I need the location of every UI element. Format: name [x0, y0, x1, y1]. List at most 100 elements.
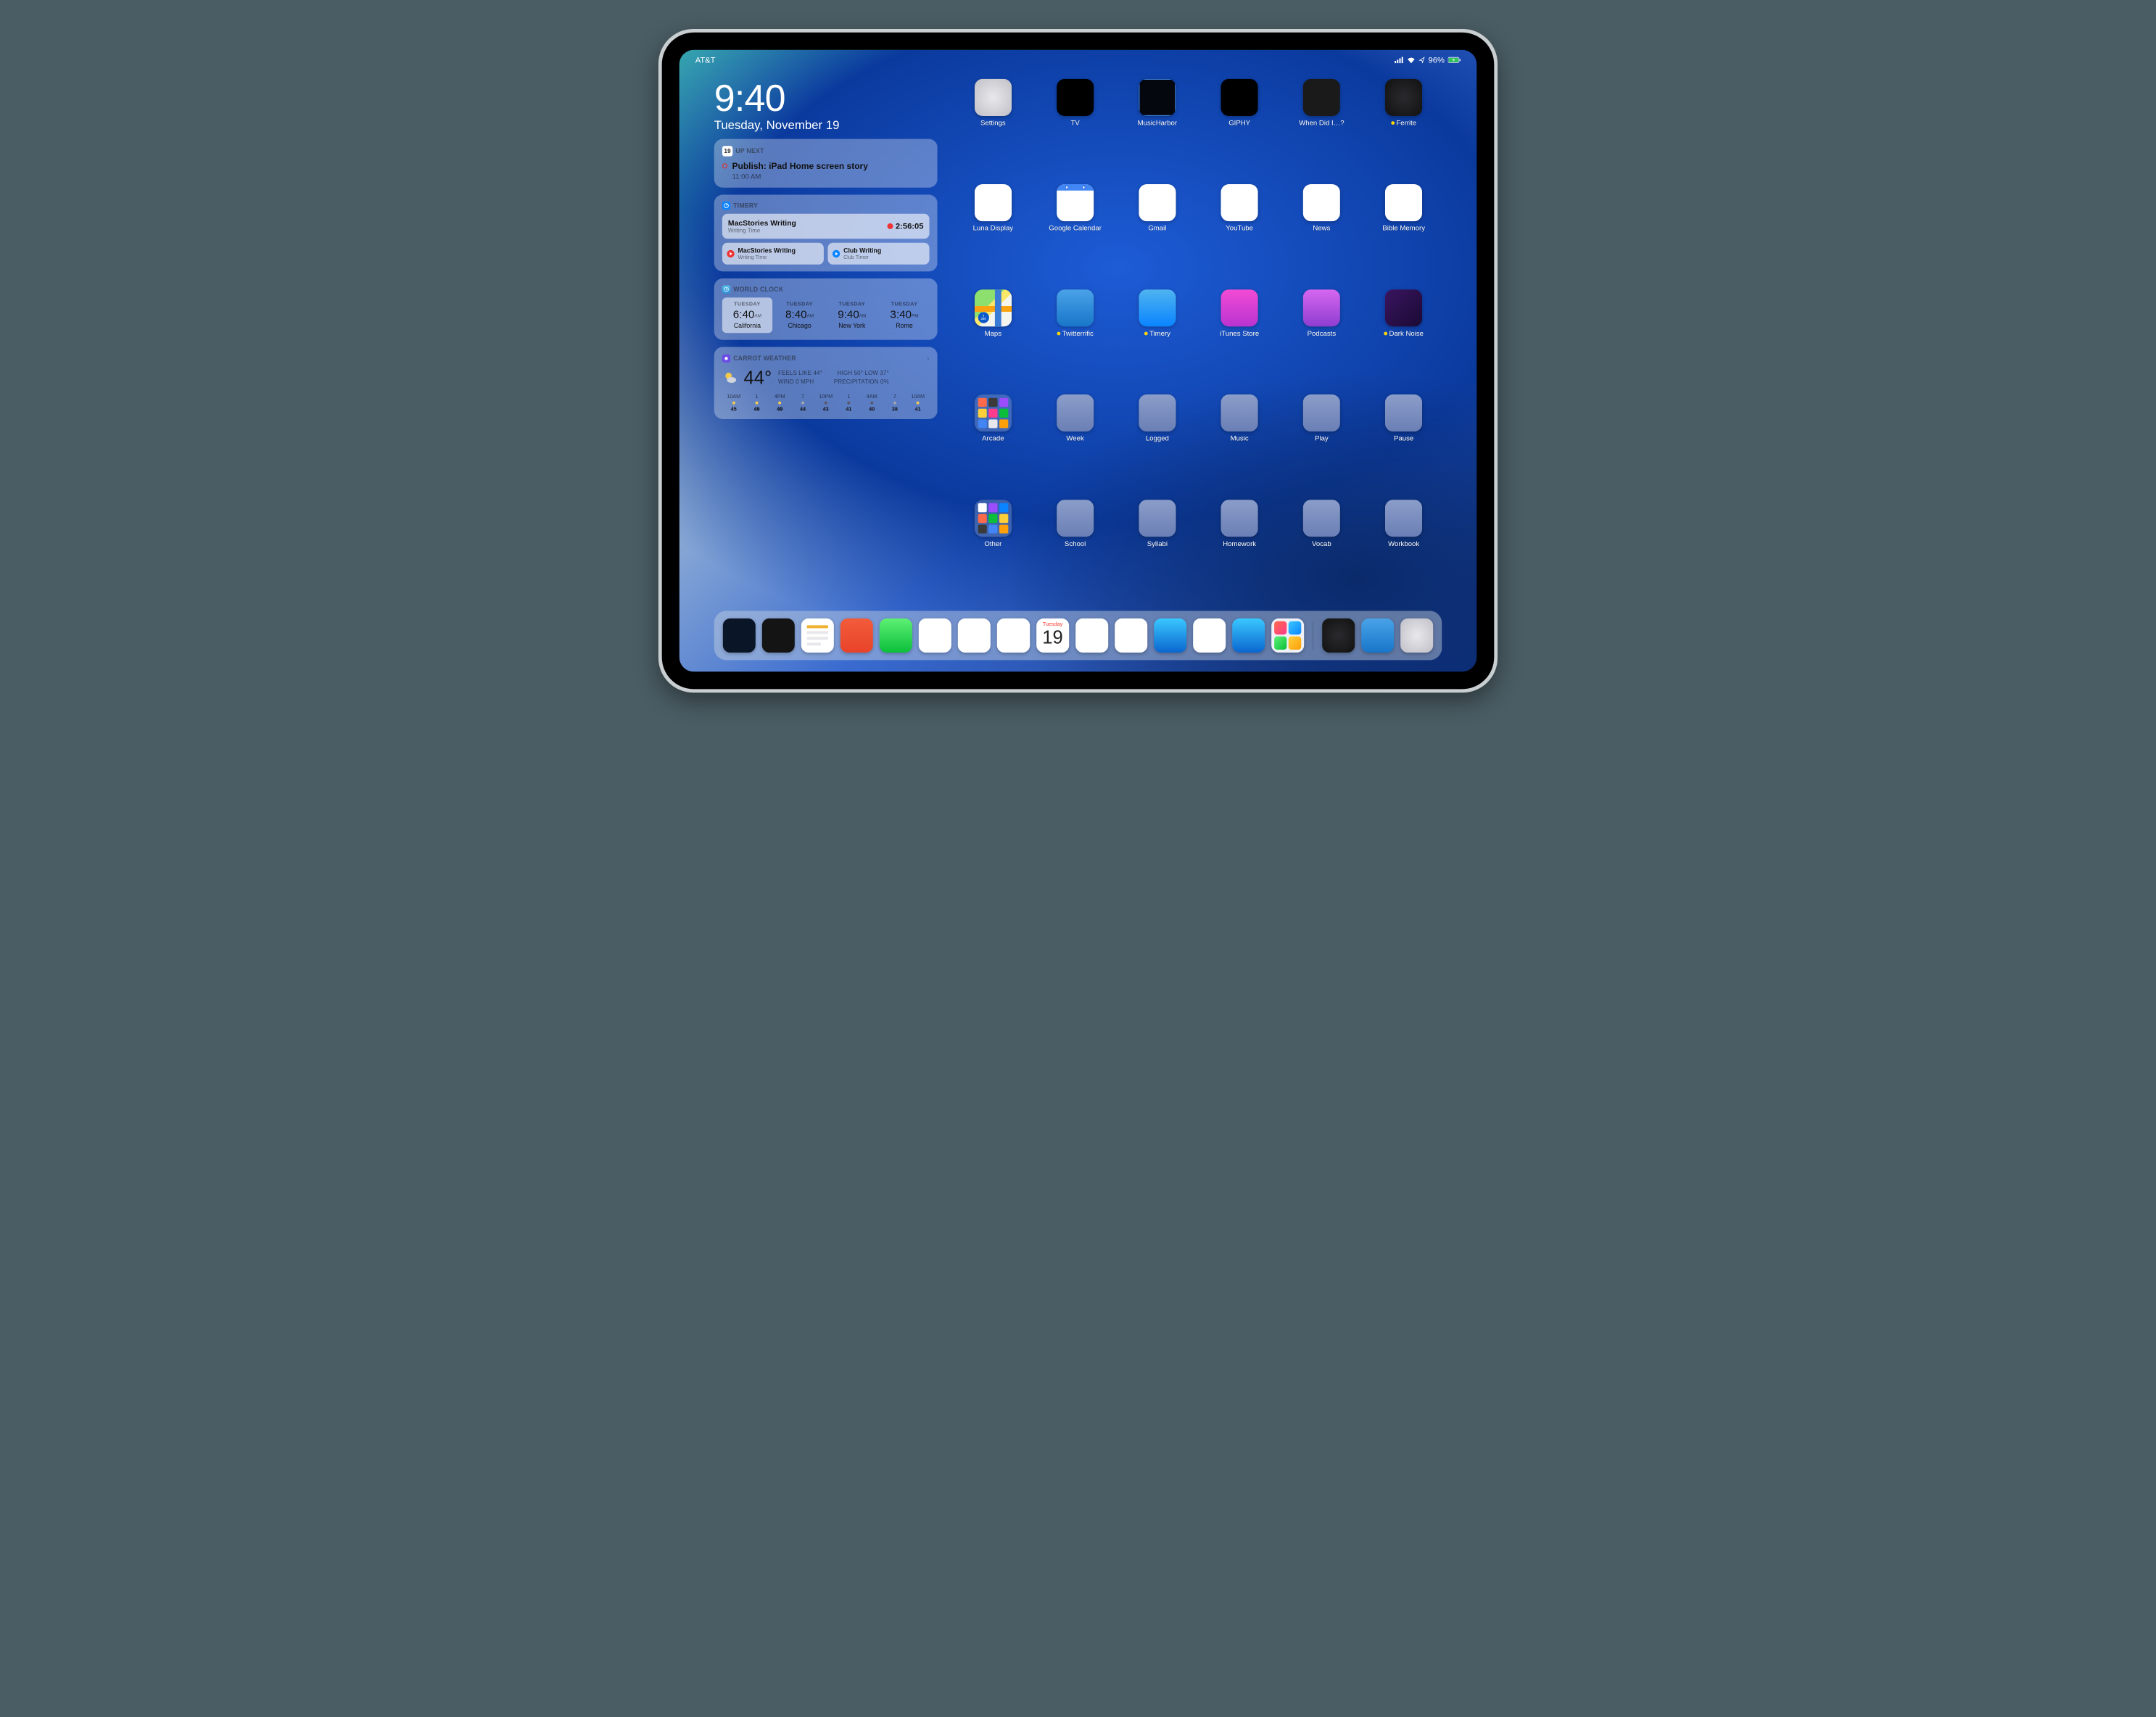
dock-bear-icon[interactable]	[762, 618, 795, 653]
sc-week-icon[interactable]	[1057, 394, 1094, 431]
dock-recent-twitterrific-d-icon[interactable]	[1361, 618, 1394, 653]
gmail-icon[interactable]	[1139, 184, 1176, 221]
app-sc-vocab[interactable]: Aa Vocab	[1284, 500, 1360, 596]
app-tv[interactable]: TV	[1037, 79, 1113, 175]
app-twitterrific[interactable]: Twitterrific	[1037, 289, 1113, 386]
sc-syllabi-icon[interactable]	[1139, 500, 1176, 537]
itunes-icon[interactable]	[1221, 289, 1258, 326]
upnext-header: UP NEXT	[735, 147, 764, 154]
upnext-widget[interactable]: 19 UP NEXT Publish: iPad Home screen sto…	[714, 139, 938, 188]
app-sc-music[interactable]: Music	[1201, 394, 1277, 491]
app-news[interactable]: News	[1284, 184, 1360, 281]
twitterrific-icon[interactable]	[1057, 289, 1094, 326]
timery-widget[interactable]: TIMERY MacStories Writing Writing Time 2…	[714, 194, 938, 271]
notification-dot	[1391, 121, 1395, 125]
app-musicharbor[interactable]: MusicHarbor	[1119, 79, 1195, 175]
worldclock-widget[interactable]: WORLD CLOCK TUESDAY 6:40AM California TU…	[714, 278, 938, 340]
app-settings[interactable]: Settings	[955, 79, 1031, 175]
youtube-icon[interactable]	[1221, 184, 1258, 221]
dock-files-orange-icon[interactable]	[997, 618, 1030, 653]
app-luna[interactable]: Luna Display	[955, 184, 1031, 281]
tv-icon[interactable]	[1057, 79, 1094, 116]
dock-messages-icon[interactable]	[880, 618, 912, 653]
dock-photos-icon[interactable]	[958, 618, 991, 653]
app-timery[interactable]: Timery	[1119, 289, 1195, 386]
timery-shortcut-1[interactable]: MacStories WritingWriting Time	[722, 243, 824, 265]
worldclock-city[interactable]: TUESDAY 3:40PM Rome	[880, 297, 930, 333]
app-maps[interactable]: ⬆280 Maps	[955, 289, 1031, 386]
dock-shortcuts-icon[interactable]	[1271, 618, 1304, 653]
sc-pause-icon[interactable]	[1385, 394, 1422, 431]
weather-hour: 149	[745, 394, 769, 413]
sc-homework-icon[interactable]	[1221, 500, 1258, 537]
giphy-icon[interactable]	[1221, 79, 1258, 116]
sc-play-icon[interactable]	[1303, 394, 1340, 431]
dock-recent-ferrite-d-icon[interactable]	[1322, 618, 1355, 653]
home-screen[interactable]: AT&T 96% 9:40 Tuesday, November 19 19 UP…	[680, 50, 1477, 672]
app-sc-week[interactable]: Week	[1037, 394, 1113, 491]
app-sc-syllabi[interactable]: Syllabi	[1119, 500, 1195, 596]
timery-shortcut-2[interactable]: Club WritingClub Timer	[828, 243, 930, 265]
app-sc-pause[interactable]: Pause	[1366, 394, 1442, 491]
dock-things-icon[interactable]	[840, 618, 873, 653]
dock-recent-settings-d-icon[interactable]	[1400, 618, 1433, 653]
app-podcasts[interactable]: Podcasts	[1284, 289, 1360, 386]
app-gmail[interactable]: Gmail	[1119, 184, 1195, 281]
bible-icon[interactable]	[1385, 184, 1422, 221]
app-itunes[interactable]: iTunes Store	[1201, 289, 1277, 386]
dock-twitter-icon[interactable]	[1193, 618, 1226, 653]
timery-elapsed: 2:56:05	[896, 222, 924, 231]
dock[interactable]: Tuesday19	[714, 611, 1442, 660]
maps-icon[interactable]: ⬆280	[975, 289, 1012, 326]
timery-icon[interactable]	[1139, 289, 1176, 326]
carrot-icon	[722, 355, 730, 363]
dock-safari-icon[interactable]	[1075, 618, 1108, 653]
dock-mail-icon[interactable]	[1154, 618, 1186, 653]
dock-files-icon[interactable]	[1115, 618, 1147, 653]
news-icon[interactable]	[1303, 184, 1340, 221]
sc-music-icon[interactable]	[1221, 394, 1258, 431]
luna-icon[interactable]	[975, 184, 1012, 221]
carrot-weather-widget[interactable]: CARROT WEATHER › 44° FEELS LIKE 44°WIND …	[714, 347, 938, 419]
dock-drafts-icon[interactable]	[801, 618, 834, 653]
weather-hour: 738	[883, 394, 906, 413]
app-folder-other[interactable]: Other	[955, 500, 1031, 596]
app-sc-workbook[interactable]: Workbook	[1366, 500, 1442, 596]
app-sc-homework[interactable]: Homework	[1201, 500, 1277, 596]
app-bible[interactable]: Bible Memory	[1366, 184, 1442, 281]
app-sc-logged[interactable]: Logged	[1119, 394, 1195, 491]
timery-running[interactable]: MacStories Writing Writing Time 2:56:05	[722, 214, 930, 239]
gcal-icon[interactable]: 31	[1057, 184, 1094, 221]
event-marker-icon	[722, 163, 727, 168]
ferrite-icon[interactable]	[1385, 79, 1422, 116]
app-whendid[interactable]: When Did I…?	[1284, 79, 1360, 175]
sc-logged-icon[interactable]	[1139, 394, 1176, 431]
app-gcal[interactable]: 31 Google Calendar	[1037, 184, 1113, 281]
dock-calendar-icon[interactable]: Tuesday19	[1036, 618, 1069, 653]
app-ferrite[interactable]: Ferrite	[1366, 79, 1442, 175]
app-giphy[interactable]: GIPHY	[1201, 79, 1277, 175]
dock-slack-icon[interactable]	[919, 618, 951, 653]
worldclock-city[interactable]: TUESDAY 9:40AM New York	[827, 297, 877, 333]
whendid-icon[interactable]	[1303, 79, 1340, 116]
upnext-event[interactable]: Publish: iPad Home screen story 11:00 AM	[722, 162, 930, 181]
settings-icon[interactable]	[975, 79, 1012, 116]
app-darknoise[interactable]: Dark Noise	[1366, 289, 1442, 386]
sc-vocab-icon[interactable]: Aa	[1303, 500, 1340, 537]
app-sc-play[interactable]: Play	[1284, 394, 1360, 491]
app-folder-arcade[interactable]: Arcade	[955, 394, 1031, 491]
app-sc-school[interactable]: School	[1037, 500, 1113, 596]
app-youtube[interactable]: YouTube	[1201, 184, 1277, 281]
dock-appstore-icon[interactable]	[1232, 618, 1265, 653]
chevron-right-icon[interactable]: ›	[927, 354, 929, 363]
folder-arcade-icon[interactable]	[975, 394, 1012, 431]
worldclock-city[interactable]: TUESDAY 8:40AM Chicago	[775, 297, 825, 333]
sc-workbook-icon[interactable]	[1385, 500, 1422, 537]
podcasts-icon[interactable]	[1303, 289, 1340, 326]
sc-school-icon[interactable]	[1057, 500, 1094, 537]
worldclock-city[interactable]: TUESDAY 6:40AM California	[722, 297, 772, 333]
musicharbor-icon[interactable]	[1139, 79, 1176, 116]
dock-touchid-icon[interactable]	[723, 618, 756, 653]
folder-other-icon[interactable]	[975, 500, 1012, 537]
darknoise-icon[interactable]	[1385, 289, 1422, 326]
